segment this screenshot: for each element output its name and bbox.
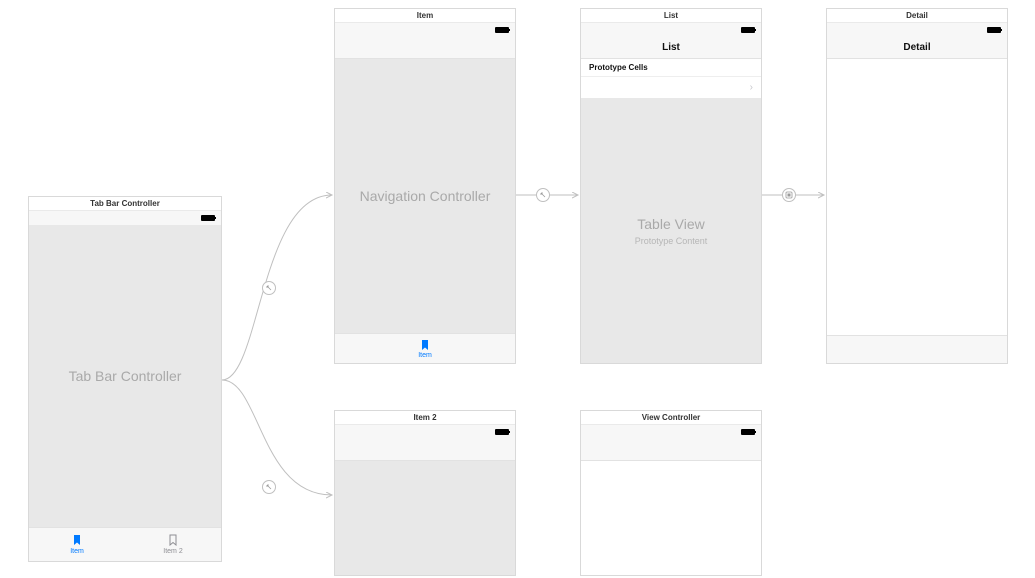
- nav-title: List: [662, 42, 680, 53]
- nav-title: Detail: [903, 42, 930, 53]
- status-bar: [29, 211, 221, 225]
- bookmark-icon: [420, 339, 430, 351]
- prototype-cell[interactable]: ›: [581, 76, 761, 98]
- scene-item-navigation[interactable]: Item Navigation Controller Item: [334, 8, 516, 364]
- placeholder-label: Table View: [637, 216, 704, 232]
- prototype-cells-header: Prototype Cells: [581, 59, 761, 76]
- relationship-badge[interactable]: [536, 188, 550, 202]
- scene-title: List: [581, 9, 761, 23]
- tab-bar: Item: [335, 333, 515, 363]
- nav-bar: [335, 439, 515, 461]
- scene-list[interactable]: List List Prototype Cells › Table View P…: [580, 8, 762, 364]
- scene-tab-bar-controller[interactable]: Tab Bar Controller Tab Bar Controller It…: [28, 196, 222, 562]
- battery-icon: [201, 215, 215, 221]
- scene-title: View Controller: [581, 411, 761, 425]
- storyboard-canvas[interactable]: Tab Bar Controller Tab Bar Controller It…: [0, 0, 1035, 578]
- nav-bar: [335, 37, 515, 59]
- tab-label: Item: [418, 352, 432, 359]
- scene-content: Tab Bar Controller: [29, 225, 221, 527]
- nav-bar: Detail: [827, 37, 1007, 59]
- status-bar: [827, 23, 1007, 37]
- scene-title: Item: [335, 9, 515, 23]
- scene-content: [827, 59, 1007, 335]
- scene-content: [581, 461, 761, 575]
- relationship-badge[interactable]: [262, 480, 276, 494]
- nav-bar: [581, 439, 761, 461]
- status-bar: [335, 425, 515, 439]
- scene-title: Tab Bar Controller: [29, 197, 221, 211]
- scene-view-controller[interactable]: View Controller: [580, 410, 762, 576]
- battery-icon: [987, 27, 1001, 33]
- tab-label: Item: [70, 548, 84, 555]
- battery-icon: [741, 27, 755, 33]
- status-bar: [581, 23, 761, 37]
- tab-bar: Item Item 2: [29, 527, 221, 561]
- placeholder-label: Tab Bar Controller: [69, 368, 182, 384]
- tab-item-2[interactable]: Item 2: [125, 528, 221, 561]
- placeholder-label: Navigation Controller: [360, 188, 491, 204]
- tab-item[interactable]: Item: [29, 528, 125, 561]
- placeholder-sublabel: Prototype Content: [635, 236, 708, 246]
- battery-icon: [741, 429, 755, 435]
- scene-content: Navigation Controller: [335, 59, 515, 333]
- relationship-badge[interactable]: [262, 281, 276, 295]
- scene-title: Item 2: [335, 411, 515, 425]
- battery-icon: [495, 429, 509, 435]
- status-bar: [335, 23, 515, 37]
- bookmark-icon: [72, 534, 82, 546]
- bookmark-icon: [168, 534, 178, 546]
- toolbar: [827, 335, 1007, 363]
- battery-icon: [495, 27, 509, 33]
- tab-label: Item 2: [163, 548, 182, 555]
- nav-bar: List: [581, 37, 761, 59]
- scene-content: [335, 461, 515, 575]
- scene-item-2[interactable]: Item 2: [334, 410, 516, 576]
- show-segue-badge[interactable]: [782, 188, 796, 202]
- scene-title: Detail: [827, 9, 1007, 23]
- chevron-right-icon: ›: [750, 82, 753, 93]
- scene-detail[interactable]: Detail Detail: [826, 8, 1008, 364]
- status-bar: [581, 425, 761, 439]
- table-view-body: Table View Prototype Content: [581, 98, 761, 363]
